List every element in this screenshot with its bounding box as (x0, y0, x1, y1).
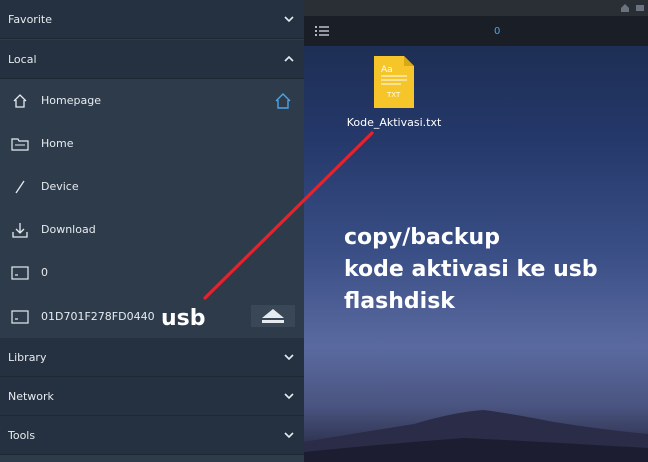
annotation-caption: copy/backup kode aktivasi ke usb flashdi… (344, 222, 598, 318)
section-favorite[interactable]: Favorite (0, 0, 304, 39)
window-status-icon (636, 5, 644, 11)
section-label: Local (8, 52, 37, 66)
sdcard-icon (10, 263, 30, 283)
file-name: Kode_Aktivasi.txt (346, 116, 442, 129)
sidebar: Favorite Local Homepage Home Device Down… (0, 0, 304, 462)
section-local[interactable]: Local (0, 40, 304, 79)
tab-count[interactable]: 0 (494, 26, 500, 37)
caption-line: kode aktivasi ke usb (344, 257, 598, 282)
section-label: Tools (8, 428, 36, 442)
eject-icon (262, 309, 284, 323)
chevron-down-icon (284, 16, 294, 23)
chevron-down-icon (284, 354, 294, 361)
file-browser-panel: 0 Aa TXT Kode_Aktivasi.txt copy/backup k… (304, 0, 648, 462)
sdcard-icon (10, 307, 30, 327)
section-label: Network (8, 389, 54, 403)
home-shortcut-icon[interactable] (274, 92, 292, 110)
slash-icon (10, 177, 30, 197)
section-tools[interactable]: Tools (0, 416, 304, 455)
sidebar-item-home[interactable]: Home (0, 122, 304, 165)
status-bar (304, 0, 648, 16)
chevron-down-icon (284, 432, 294, 439)
folder-icon (10, 134, 30, 154)
sidebar-item-label: Home (41, 137, 74, 150)
chevron-down-icon (284, 393, 294, 400)
sidebar-item-label: 0 (41, 266, 48, 279)
section-library[interactable]: Library (0, 338, 304, 377)
sidebar-item-label: Homepage (41, 94, 101, 107)
svg-text:Aa: Aa (381, 65, 393, 75)
download-icon (10, 220, 30, 240)
usb-annotation: usb (161, 306, 206, 331)
section-network[interactable]: Network (0, 377, 304, 416)
home-status-icon (621, 4, 629, 12)
sidebar-item-label: 01D701F278FD0440 (41, 310, 155, 323)
wallpaper-mountain (304, 410, 648, 462)
file-type-badge: TXT (386, 91, 401, 99)
sidebar-item-label: Download (41, 223, 96, 236)
text-file-icon: Aa TXT (374, 56, 414, 108)
caption-line: copy/backup (344, 225, 500, 250)
eject-button[interactable] (251, 305, 295, 327)
caption-line: flashdisk (344, 289, 455, 314)
section-label: Favorite (8, 12, 52, 26)
sidebar-item-device[interactable]: Device (0, 165, 304, 208)
sidebar-item-storage-0[interactable]: 0 (0, 251, 304, 294)
sidebar-item-homepage[interactable]: Homepage (0, 79, 304, 122)
sidebar-item-label: Device (41, 180, 79, 193)
chevron-up-icon (284, 55, 294, 62)
list-view-icon[interactable] (314, 24, 330, 38)
section-label: Library (8, 350, 47, 364)
file-item[interactable]: Aa TXT Kode_Aktivasi.txt (344, 54, 444, 129)
home-icon (10, 91, 30, 111)
sidebar-item-download[interactable]: Download (0, 208, 304, 251)
